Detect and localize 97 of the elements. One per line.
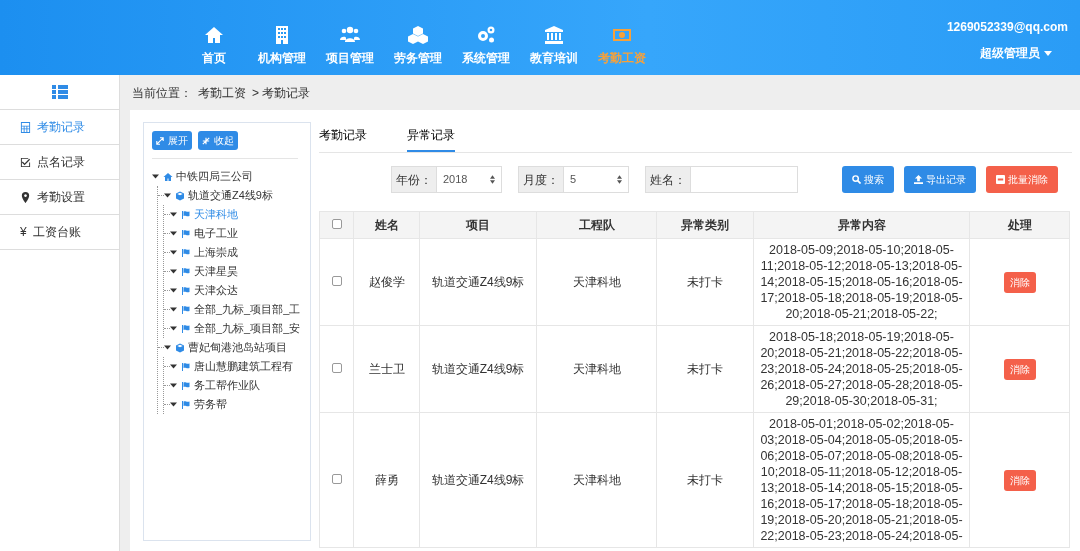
table-cell: 兰士卫	[368, 362, 405, 376]
tree-item[interactable]: 上海崇成	[181, 243, 238, 262]
column-header: 异常类别	[681, 218, 729, 232]
checkbox[interactable]	[331, 363, 342, 373]
tree-item[interactable]: 唐山慧鹏建筑工程有	[181, 357, 293, 376]
map-marker-icon	[20, 191, 31, 203]
sort-arrows-icon	[617, 175, 622, 184]
field-label: 姓名：	[645, 166, 690, 193]
tree-item[interactable]: 电子工业	[181, 224, 238, 243]
tree-item[interactable]: 全部_九标_项目部_安	[181, 319, 301, 338]
flag-icon	[181, 399, 191, 410]
flag-icon	[181, 323, 191, 334]
people-icon	[340, 25, 360, 45]
flag-icon	[181, 285, 191, 296]
caret-icon	[164, 193, 171, 198]
flag-icon	[181, 266, 191, 277]
table-cell: 赵俊学	[368, 275, 405, 289]
table-cell: 轨道交通Z4线9标	[431, 473, 525, 487]
input-field[interactable]	[690, 166, 798, 193]
column-header: 处理	[1007, 218, 1032, 232]
table-cell: 2018-05-09;2018-05-10;2018-05-11;2018-05-12;2018-05-13;2018-05-14;2018-05-15;2018-05-16;2018-05-17;2018-05-18;2018-05-19;2018-05-20;2018-05-21;2018-05-22;	[760, 243, 963, 321]
caret-icon	[170, 383, 177, 388]
caret-icon	[170, 250, 177, 255]
table-cell: 薛勇	[374, 473, 399, 487]
tree-item[interactable]: 天津星昊	[181, 262, 238, 281]
tree-item[interactable]: 天津科地	[181, 205, 238, 224]
flag-icon	[181, 247, 191, 258]
table-cell: 天津科地	[572, 473, 621, 487]
table-cell: 天津科地	[572, 275, 621, 289]
table-cell: 轨道交通Z4线9标	[431, 275, 525, 289]
house-icon	[163, 171, 173, 182]
table-cell: 未打卡	[687, 473, 723, 487]
caret-icon	[170, 307, 177, 312]
upload-icon	[914, 175, 923, 184]
flag-icon	[181, 361, 191, 372]
select-field[interactable]: 2018	[436, 166, 502, 193]
yen-icon: ¥	[20, 223, 27, 241]
caret-icon	[170, 402, 177, 407]
house-icon	[204, 25, 224, 45]
tab[interactable]: 异常记录	[407, 126, 455, 152]
tree-item[interactable]: 中铁四局三公司	[163, 167, 253, 186]
search-button[interactable]: 搜索	[842, 166, 894, 193]
breadcrumb-link[interactable]: 考勤工资	[198, 83, 246, 102]
checkbox[interactable]	[331, 474, 342, 484]
expand-arrows-icon	[156, 136, 164, 145]
breadcrumb-link[interactable]: > 考勤记录	[252, 83, 311, 102]
flag-icon	[181, 228, 191, 239]
search-icon	[852, 175, 861, 184]
caret-icon	[1044, 50, 1052, 56]
table-cell: 轨道交通Z4线9标	[431, 362, 525, 376]
table-cell: 未打卡	[687, 362, 723, 376]
tree-item[interactable]: 轨道交通Z4线9标	[175, 186, 273, 205]
sort-arrows-icon	[490, 175, 495, 184]
collapse-button[interactable]: 收起	[198, 131, 238, 150]
field-label: 年份：	[391, 166, 436, 193]
export-button[interactable]: 导出记录	[904, 166, 976, 193]
flag-icon	[181, 209, 191, 220]
tree-item[interactable]: 天津众达	[181, 281, 238, 300]
column-header: 工程队	[578, 218, 615, 232]
bank-icon	[544, 25, 564, 45]
flag-icon	[181, 304, 191, 315]
tree-item[interactable]: 全部_九标_项目部_工	[181, 300, 301, 319]
tree-item[interactable]: 务工帮作业队	[181, 376, 260, 395]
checkbox[interactable]	[331, 276, 342, 286]
caret-icon	[170, 364, 177, 369]
breadcrumb-label: 当前位置：	[132, 84, 192, 102]
checkbox-icon	[20, 156, 31, 168]
table-cell: 2018-05-18;2018-05-19;2018-05-20;2018-05-21;2018-05-22;2018-05-23;2018-05-24;2018-05-25;2018-05-26;2018-05-27;2018-05-28;2018-05-29;2018-05-30;2018-05-31;	[760, 330, 963, 408]
table-cell: 未打卡	[687, 275, 723, 289]
caret-icon	[170, 269, 177, 274]
caret-icon	[170, 231, 177, 236]
caret-icon	[170, 288, 177, 293]
select-field[interactable]: 5	[563, 166, 629, 193]
cube-icon	[175, 190, 185, 201]
expand-button[interactable]: 展开	[152, 131, 192, 150]
field-label: 月度：	[518, 166, 563, 193]
tree-item[interactable]: 劳务帮	[181, 395, 227, 414]
caret-icon	[152, 174, 159, 179]
caret-icon	[170, 212, 177, 217]
tree-item[interactable]: 曹妃甸港池岛站项目	[175, 338, 287, 357]
caret-icon	[170, 326, 177, 331]
column-header: 姓名	[374, 218, 399, 232]
flag-icon	[181, 380, 191, 391]
column-header: 项目	[466, 218, 490, 232]
collapse-arrows-icon	[202, 136, 210, 145]
tab[interactable]: 考勤记录	[319, 126, 367, 152]
table-cell: 天津科地	[572, 362, 621, 376]
gears-icon	[476, 25, 496, 45]
caret-icon	[164, 345, 171, 350]
cubes-icon	[408, 25, 428, 45]
calculator-icon	[20, 121, 31, 133]
cube-icon	[175, 342, 185, 353]
table-cell: 2018-05-01;2018-05-02;2018-05-03;2018-05-04;2018-05-05;2018-05-06;2018-05-07;2018-05-08;2018-05-10;2018-05-11;2018-05-12;2018-05-13;2018-05-14;2018-05-15;2018-05-16;2018-05-17;2018-05-18;2018-05-19;2018-05-20;2018-05-21;2018-05-22;2018-05-23;2018-05-24;2018-05-	[760, 417, 963, 543]
column-header: 异常内容	[837, 218, 886, 232]
user-email: 1269052339@qq.com	[946, 19, 1068, 36]
checkbox[interactable]	[331, 219, 342, 229]
list-icon[interactable]	[51, 85, 68, 99]
